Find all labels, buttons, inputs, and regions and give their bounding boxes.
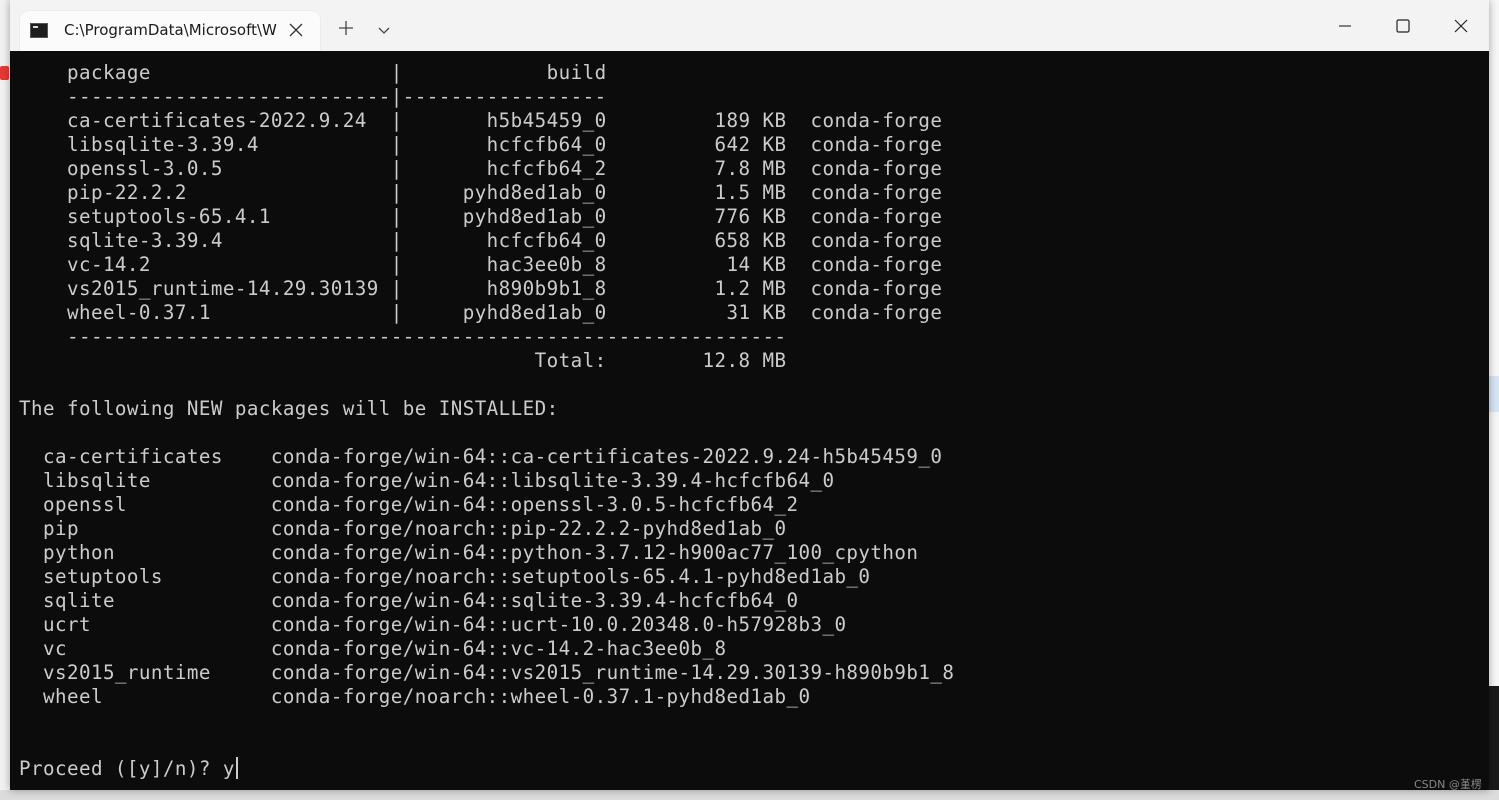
terminal-line: ---------------------------|------------… bbox=[19, 85, 607, 108]
minimize-button[interactable] bbox=[1316, 0, 1374, 51]
new-tab-button[interactable] bbox=[332, 16, 360, 44]
terminal-line: ca-certificates-2022.9.24 | h5b45459_0 1… bbox=[19, 109, 943, 132]
close-window-button[interactable] bbox=[1432, 0, 1490, 51]
terminal-line: vc-14.2 | hac3ee0b_8 14 KB conda-forge bbox=[19, 253, 943, 276]
background-bottom bbox=[0, 790, 1499, 800]
terminal-line: Total: 12.8 MB bbox=[19, 349, 787, 372]
terminal-line: setuptools conda-forge/noarch::setuptool… bbox=[19, 565, 871, 588]
terminal-line: libsqlite-3.39.4 | hcfcfb64_0 642 KB con… bbox=[19, 133, 943, 156]
terminal-line: pip-22.2.2 | pyhd8ed1ab_0 1.5 MB conda-f… bbox=[19, 181, 943, 204]
console-icon bbox=[30, 23, 48, 38]
terminal-line: vc conda-forge/win-64::vc-14.2-hac3ee0b_… bbox=[19, 637, 727, 660]
terminal-line: wheel conda-forge/noarch::wheel-0.37.1-p… bbox=[19, 685, 811, 708]
terminal-line: ucrt conda-forge/win-64::ucrt-10.0.20348… bbox=[19, 613, 847, 636]
tab-title: C:\ProgramData\Microsoft\W bbox=[64, 21, 277, 39]
terminal-line: setuptools-65.4.1 | pyhd8ed1ab_0 776 KB … bbox=[19, 205, 943, 228]
terminal-line: libsqlite conda-forge/win-64::libsqlite-… bbox=[19, 469, 835, 492]
terminal-line: ----------------------------------------… bbox=[19, 325, 787, 348]
background-dark-panel bbox=[1489, 686, 1499, 790]
maximize-button[interactable] bbox=[1374, 0, 1432, 51]
terminal-prompt: Proceed ([y]/n)? y bbox=[19, 757, 235, 780]
watermark: CSDN @堇楞 bbox=[1414, 778, 1482, 791]
plus-icon bbox=[339, 21, 353, 35]
close-icon bbox=[289, 23, 303, 37]
chevron-down-icon bbox=[378, 27, 390, 34]
terminal-tab[interactable]: C:\ProgramData\Microsoft\W bbox=[20, 11, 320, 51]
terminal-line: openssl conda-forge/win-64::openssl-3.0.… bbox=[19, 493, 799, 516]
terminal-line: The following NEW packages will be INSTA… bbox=[19, 397, 559, 420]
minimize-icon bbox=[1339, 24, 1351, 27]
terminal-line: package | build bbox=[19, 61, 607, 84]
terminal-line: vs2015_runtime conda-forge/win-64::vs201… bbox=[19, 661, 955, 684]
text-cursor bbox=[235, 757, 238, 779]
terminal-window: C:\ProgramData\Microsoft\W package | bui… bbox=[10, 0, 1489, 790]
title-bar: C:\ProgramData\Microsoft\W bbox=[10, 0, 1489, 51]
youtube-icon bbox=[0, 66, 9, 80]
background-left bbox=[0, 0, 10, 800]
terminal-line: vs2015_runtime-14.29.30139 | h890b9b1_8 … bbox=[19, 277, 943, 300]
close-icon bbox=[1454, 19, 1468, 32]
terminal-prompt-line[interactable]: Proceed ([y]/n)? y bbox=[19, 757, 238, 781]
tab-dropdown-button[interactable] bbox=[370, 16, 398, 44]
terminal-output[interactable]: package | build ------------------------… bbox=[10, 51, 1489, 790]
terminal-line: sqlite-3.39.4 | hcfcfb64_0 658 KB conda-… bbox=[19, 229, 943, 252]
terminal-line: openssl-3.0.5 | hcfcfb64_2 7.8 MB conda-… bbox=[19, 157, 943, 180]
terminal-line: ca-certificates conda-forge/win-64::ca-c… bbox=[19, 445, 943, 468]
maximize-icon bbox=[1396, 18, 1410, 33]
terminal-line: python conda-forge/win-64::python-3.7.12… bbox=[19, 541, 919, 564]
background-highlight bbox=[1489, 376, 1499, 412]
tab-close-icon[interactable] bbox=[284, 18, 308, 42]
terminal-line: wheel-0.37.1 | pyhd8ed1ab_0 31 KB conda-… bbox=[19, 301, 943, 324]
terminal-line: sqlite conda-forge/win-64::sqlite-3.39.4… bbox=[19, 589, 799, 612]
terminal-line: pip conda-forge/noarch::pip-22.2.2-pyhd8… bbox=[19, 517, 787, 540]
